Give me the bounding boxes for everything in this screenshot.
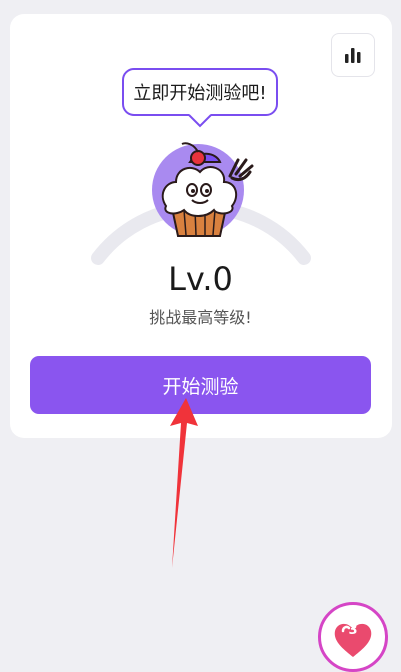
bar-chart-icon bbox=[345, 48, 361, 63]
speech-bubble-text: 立即开始测验吧! bbox=[133, 83, 267, 104]
lives-count: 3 bbox=[348, 623, 358, 638]
start-quiz-button[interactable]: 开始测验 bbox=[30, 356, 371, 414]
level-label: Lv.0 bbox=[168, 260, 233, 298]
start-quiz-label: 开始测验 bbox=[162, 375, 239, 398]
stats-button[interactable] bbox=[331, 33, 375, 77]
cupcake-mascot-icon bbox=[152, 142, 254, 237]
speech-bubble: 立即开始测验吧! bbox=[122, 68, 278, 116]
lives-button[interactable]: 3 bbox=[318, 602, 388, 672]
speech-bubble-tail bbox=[188, 114, 212, 128]
level-subtitle: 挑战最高等级! bbox=[149, 308, 252, 327]
